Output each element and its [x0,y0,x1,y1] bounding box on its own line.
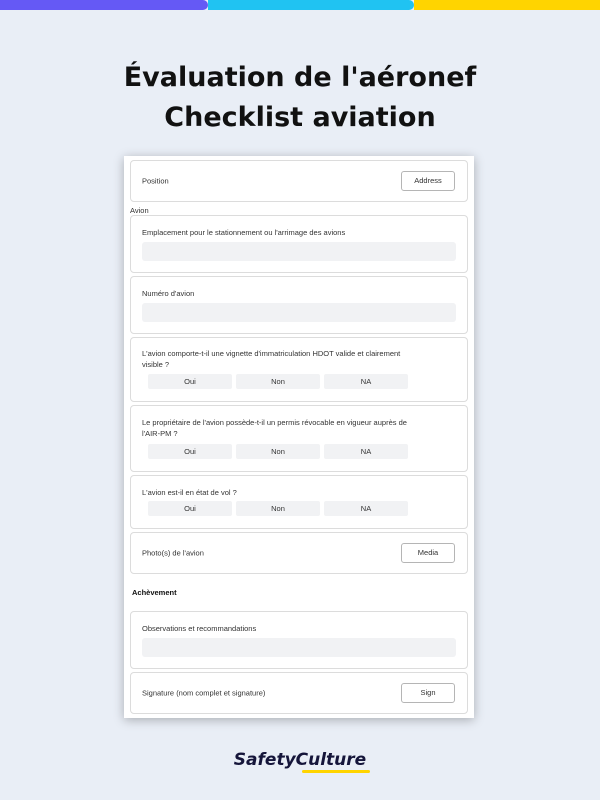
observations-input[interactable] [142,638,456,657]
signature-field: Signature (nom complet et signature) Sig… [130,672,468,714]
position-label: Position [142,176,169,186]
question-revocable-permit: Le propriétaire de l'avion possède-t-il … [130,405,468,472]
section-avion-label: Avion [130,206,149,215]
option-non[interactable]: Non [236,501,320,516]
brand-footer: SafetyCulture [0,750,600,773]
option-na[interactable]: NA [324,374,408,389]
signature-label: Signature (nom complet et signature) [142,688,266,698]
question-registration-sticker: L'avion comporte-t-il une vignette d'imm… [130,337,468,402]
option-oui[interactable]: Oui [148,444,232,459]
section-achevement-label: Achèvement [132,588,177,597]
page-title-line1: Évaluation de l'aéronef [123,62,477,93]
aircraft-photos-field: Photo(s) de l'avion Media [130,532,468,574]
top-color-bar [0,0,600,10]
parking-location-input[interactable] [142,242,456,261]
top-bar-purple-segment [0,0,208,10]
aircraft-number-label: Numéro d'avion [142,289,195,298]
page-title-line2: Checklist aviation [164,102,436,133]
aircraft-number-field: Numéro d'avion [130,276,468,334]
question-registration-label: L'avion comporte-t-il une vignette d'imm… [142,349,401,369]
question-permit-label: Le propriétaire de l'avion possède-t-il … [142,418,407,438]
option-na[interactable]: NA [324,444,408,459]
parking-location-field: Emplacement pour le stationnement ou l'a… [130,215,468,273]
observations-field: Observations et recommandations [130,611,468,669]
top-bar-yellow-segment [414,0,600,10]
option-non[interactable]: Non [236,374,320,389]
brand-name: SafetyCulture [233,750,367,770]
option-na[interactable]: NA [324,501,408,516]
parking-location-label: Emplacement pour le stationnement ou l'a… [142,228,346,237]
question-airworthy-options: Oui Non NA [148,501,408,516]
sign-button[interactable]: Sign [401,683,455,703]
safetyculture-logo: SafetyCulture [233,750,370,773]
aircraft-number-input[interactable] [142,303,456,322]
checklist-form-card: Position Address Avion Emplacement pour … [124,156,474,718]
top-bar-cyan-segment [208,0,414,10]
question-permit-options: Oui Non NA [148,444,408,459]
position-field: Position Address [130,160,468,202]
page-title: Évaluation de l'aéronef Checklist aviati… [0,58,600,138]
question-registration-options: Oui Non NA [148,374,408,389]
brand-underline [301,770,370,773]
option-oui[interactable]: Oui [148,501,232,516]
media-button[interactable]: Media [401,543,455,563]
question-airworthy-label: L'avion est-il en état de vol ? [142,488,237,497]
question-airworthy: L'avion est-il en état de vol ? Oui Non … [130,475,468,529]
option-oui[interactable]: Oui [148,374,232,389]
aircraft-photos-label: Photo(s) de l'avion [142,548,204,558]
observations-label: Observations et recommandations [142,624,257,633]
address-button[interactable]: Address [401,171,455,191]
option-non[interactable]: Non [236,444,320,459]
